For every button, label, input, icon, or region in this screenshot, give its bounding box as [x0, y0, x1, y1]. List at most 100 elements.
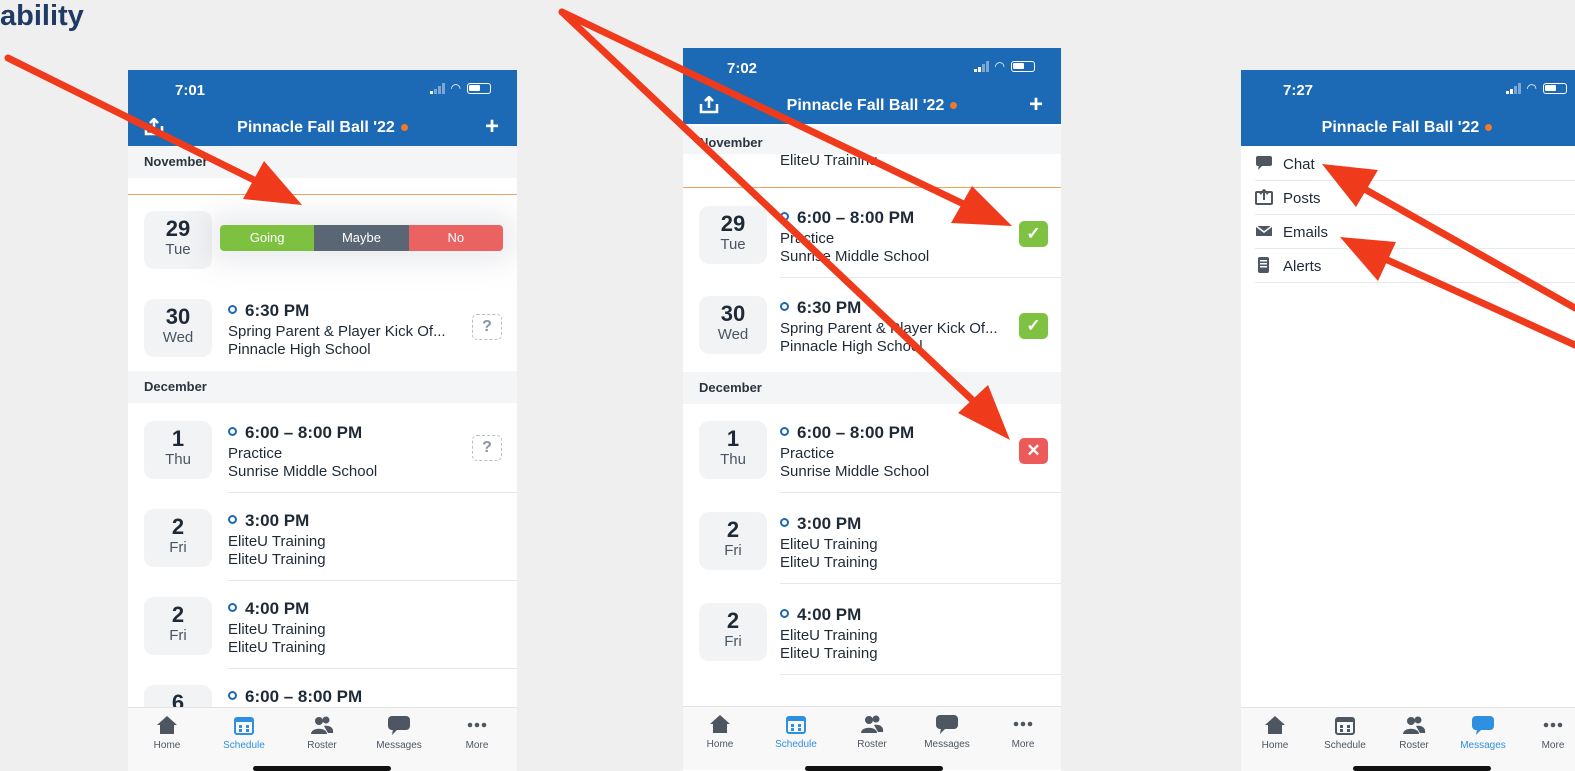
date-box: 30 Wed [144, 299, 212, 357]
event-time: 3:00 PM [780, 514, 861, 534]
tab-label: Messages [376, 740, 422, 751]
event-bullet-icon [780, 212, 789, 221]
event-bullet-icon [780, 427, 789, 436]
event-row[interactable]: 1 Thu 6:00 – 8:00 PM Practice Sunrise Mi… [128, 405, 517, 493]
tab-messages[interactable]: Messages [912, 713, 982, 750]
going-button[interactable]: Going [220, 225, 315, 251]
tab-home[interactable]: Home [1241, 714, 1309, 751]
date-weekday: Thu [720, 451, 746, 468]
event-row[interactable]: 30 Wed 6:30 PM Spring Parent & Player Ki… [683, 280, 1061, 368]
date-weekday: Fri [169, 539, 187, 556]
tab-roster[interactable]: Roster [837, 713, 907, 750]
status-bar: 7:01 ◠ [128, 70, 517, 110]
event-bullet-icon [228, 515, 237, 524]
event-location: EliteU Training [228, 551, 326, 568]
home-indicator [805, 766, 943, 771]
tab-label: Home [153, 740, 181, 751]
status-time: 7:01 [175, 82, 206, 99]
date-number: 2 [726, 517, 740, 542]
phone-screen-messages: 7:27 ◠ Pinnacle Fall Ball '22 Chat Posts… [1241, 70, 1575, 771]
notification-dot [400, 124, 408, 132]
menu-item-chat[interactable]: Chat [1255, 147, 1575, 181]
event-time: 3:00 PM [228, 511, 309, 531]
event-title: Spring Parent & Player Kick Of... [228, 323, 446, 340]
roster-icon [861, 715, 884, 733]
roster-icon [1403, 716, 1426, 734]
row-divider [780, 277, 1061, 278]
row-divider [780, 583, 1061, 584]
section-header-december: December [128, 371, 517, 403]
tab-messages[interactable]: Messages [364, 714, 434, 751]
date-weekday: Fri [724, 633, 742, 650]
menu-item-label: Alerts [1283, 258, 1322, 275]
rsvp-not-going-x-icon[interactable]: ✕ [1019, 438, 1048, 464]
team-title[interactable]: Pinnacle Fall Ball '22 [128, 119, 517, 137]
date-number: 29 [165, 216, 191, 241]
home-icon [710, 715, 730, 733]
tab-roster[interactable]: Roster [1380, 714, 1448, 751]
event-time: 6:00 – 8:00 PM [228, 687, 362, 707]
alerts-icon [1258, 257, 1269, 273]
event-row[interactable]: 1 Thu 6:00 – 8:00 PM Practice Sunrise Mi… [683, 405, 1061, 493]
tab-label: Messages [1460, 740, 1506, 751]
today-line [683, 187, 1061, 188]
add-event-icon[interactable]: + [485, 114, 499, 140]
event-row[interactable]: 30 Wed 6:30 PM Spring Parent & Player Ki… [128, 283, 517, 371]
event-time: 6:30 PM [780, 298, 861, 318]
menu-item-posts[interactable]: Posts [1255, 181, 1575, 215]
status-bar: 7:27 ◠ [1241, 70, 1575, 110]
add-event-icon[interactable]: + [1029, 92, 1043, 118]
wifi-icon: ◠ [450, 81, 461, 95]
home-indicator [253, 766, 391, 771]
menu-item-label: Posts [1283, 190, 1321, 207]
event-row[interactable]: 2 Fri 3:00 PM EliteU Training EliteU Tra… [683, 496, 1061, 584]
team-title[interactable]: Pinnacle Fall Ball '22 [1241, 119, 1573, 137]
event-title: Spring Parent & Player Kick Of... [780, 320, 998, 337]
event-time-label: 6:00 – 8:00 PM [797, 208, 915, 227]
tab-schedule[interactable]: Schedule [761, 713, 831, 750]
date-box: 2 Fri [144, 597, 212, 655]
phone-screen-schedule-responses: 7:02 ◠ Pinnacle Fall Ball '22 + November… [683, 48, 1061, 771]
event-row[interactable]: 2 Fri 3:00 PM EliteU Training EliteU Tra… [128, 493, 517, 581]
tab-home[interactable]: Home [685, 713, 755, 750]
date-weekday: Thu [165, 451, 191, 468]
maybe-button[interactable]: Maybe [314, 225, 409, 251]
team-title[interactable]: Pinnacle Fall Ball '22 [683, 97, 1061, 115]
date-box: 2 Fri [699, 603, 767, 661]
rsvp-going-check-icon[interactable]: ✓ [1019, 313, 1048, 339]
no-button[interactable]: No [408, 225, 503, 251]
tab-more[interactable]: More [988, 713, 1058, 750]
menu-item-emails[interactable]: Emails [1255, 215, 1575, 249]
event-title: Practice [780, 230, 835, 247]
rsvp-bar: Going Maybe No [220, 225, 503, 251]
rsvp-going-check-icon[interactable]: ✓ [1019, 221, 1048, 247]
event-location: Sunrise Middle School [780, 463, 930, 480]
event-location: EliteU Training [780, 645, 878, 662]
chat-bubble-icon [1256, 156, 1272, 170]
notification-dot [950, 102, 958, 110]
event-row[interactable]: 29 Tue 6:00 – 8:00 PM Practice Sunrise M… [683, 190, 1061, 278]
event-bullet-icon [228, 305, 237, 314]
tab-schedule[interactable]: Schedule [1311, 714, 1379, 751]
tab-messages[interactable]: Messages [1449, 714, 1517, 751]
tab-more[interactable]: More [1519, 714, 1575, 751]
event-time: 6:00 – 8:00 PM [780, 423, 914, 443]
event-row[interactable]: 2 Fri 4:00 PM EliteU Training EliteU Tra… [683, 587, 1061, 675]
tab-roster[interactable]: Roster [287, 714, 357, 751]
date-box: 1 Thu [144, 421, 212, 479]
tab-more[interactable]: More [442, 714, 512, 751]
event-time: 4:00 PM [780, 605, 861, 625]
rsvp-unknown-icon[interactable]: ? [472, 314, 502, 340]
event-time-label: 6:00 – 8:00 PM [245, 687, 363, 706]
event-time-label: 6:30 PM [245, 301, 310, 320]
tab-schedule[interactable]: Schedule [209, 714, 279, 751]
menu-item-alerts[interactable]: Alerts [1255, 249, 1575, 283]
event-title: EliteU Training [228, 621, 326, 638]
event-row[interactable]: 2 Fri 4:00 PM EliteU Training EliteU Tra… [128, 581, 517, 669]
rsvp-unknown-icon[interactable]: ? [472, 435, 502, 461]
tab-home[interactable]: Home [132, 714, 202, 751]
event-time: 6:00 – 8:00 PM [228, 423, 362, 443]
more-icon [1543, 722, 1563, 728]
title-bar: Pinnacle Fall Ball '22 + [128, 110, 517, 146]
date-box: 29 Tue [699, 206, 767, 264]
